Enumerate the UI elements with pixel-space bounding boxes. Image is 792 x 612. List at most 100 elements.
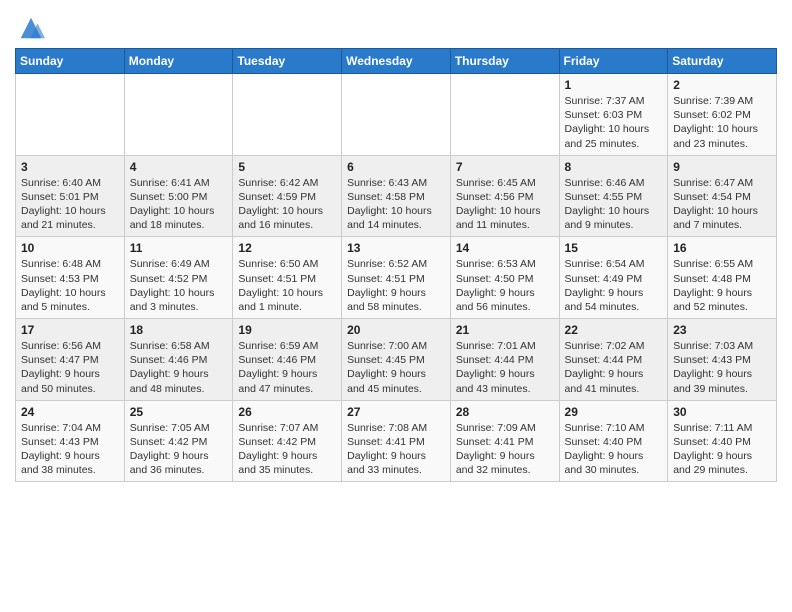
day-number: 16	[673, 241, 771, 255]
weekday-header-sunday: Sunday	[16, 49, 125, 74]
weekday-header-thursday: Thursday	[450, 49, 559, 74]
day-info: Sunrise: 7:04 AMSunset: 4:43 PMDaylight:…	[21, 421, 119, 478]
calendar-cell: 30Sunrise: 7:11 AMSunset: 4:40 PMDayligh…	[668, 400, 777, 482]
day-info: Sunrise: 6:40 AMSunset: 5:01 PMDaylight:…	[21, 176, 119, 233]
day-info: Sunrise: 6:50 AMSunset: 4:51 PMDaylight:…	[238, 257, 336, 314]
day-info: Sunrise: 6:55 AMSunset: 4:48 PMDaylight:…	[673, 257, 771, 314]
day-info: Sunrise: 7:09 AMSunset: 4:41 PMDaylight:…	[456, 421, 554, 478]
day-info: Sunrise: 7:39 AMSunset: 6:02 PMDaylight:…	[673, 94, 771, 151]
day-number: 17	[21, 323, 119, 337]
day-number: 25	[130, 405, 228, 419]
day-info: Sunrise: 7:03 AMSunset: 4:43 PMDaylight:…	[673, 339, 771, 396]
logo-icon	[17, 14, 45, 42]
calendar-cell: 15 Sunrise: 6:54 AMSunset: 4:49 PMDayligh…	[559, 237, 668, 319]
day-info: Sunrise: 7:00 AMSunset: 4:45 PMDaylight:…	[347, 339, 445, 396]
calendar-cell: 4Sunrise: 6:41 AMSunset: 5:00 PMDaylight…	[124, 155, 233, 237]
calendar-cell: 19 Sunrise: 6:59 AMSunset: 4:46 PMDayligh…	[233, 319, 342, 401]
day-number: 18	[130, 323, 228, 337]
calendar-week-1: 1 Sunrise: 7:37 AMSunset: 6:03 PMDaylight…	[16, 74, 777, 156]
calendar-cell: 18 Sunrise: 6:58 AMSunset: 4:46 PMDayligh…	[124, 319, 233, 401]
day-info: Sunrise: 7:08 AMSunset: 4:41 PMDaylight:…	[347, 421, 445, 478]
day-number: 19	[238, 323, 336, 337]
calendar-cell: 10 Sunrise: 6:48 AMSunset: 4:53 PMDayligh…	[16, 237, 125, 319]
calendar-cell: 8 Sunrise: 6:46 AMSunset: 4:55 PMDaylight…	[559, 155, 668, 237]
calendar-body: 1 Sunrise: 7:37 AMSunset: 6:03 PMDaylight…	[16, 74, 777, 482]
calendar-week-2: 3 Sunrise: 6:40 AMSunset: 5:01 PMDaylight…	[16, 155, 777, 237]
calendar-cell	[450, 74, 559, 156]
day-number: 14	[456, 241, 554, 255]
calendar-cell	[233, 74, 342, 156]
calendar-cell: 21 Sunrise: 7:01 AMSunset: 4:44 PMDayligh…	[450, 319, 559, 401]
calendar-cell: 28Sunrise: 7:09 AMSunset: 4:41 PMDayligh…	[450, 400, 559, 482]
calendar-cell	[342, 74, 451, 156]
calendar-cell: 23 Sunrise: 7:03 AMSunset: 4:43 PMDayligh…	[668, 319, 777, 401]
day-info: Sunrise: 6:49 AMSunset: 4:52 PMDaylight:…	[130, 257, 228, 314]
day-number: 21	[456, 323, 554, 337]
calendar-cell: 5 Sunrise: 6:42 AMSunset: 4:59 PMDaylight…	[233, 155, 342, 237]
calendar-week-3: 10 Sunrise: 6:48 AMSunset: 4:53 PMDayligh…	[16, 237, 777, 319]
calendar-cell: 25 Sunrise: 7:05 AMSunset: 4:42 PMDayligh…	[124, 400, 233, 482]
calendar-week-5: 24 Sunrise: 7:04 AMSunset: 4:43 PMDayligh…	[16, 400, 777, 482]
day-info: Sunrise: 7:10 AMSunset: 4:40 PMDaylight:…	[565, 421, 663, 478]
day-number: 8	[565, 160, 663, 174]
day-info: Sunrise: 6:54 AMSunset: 4:49 PMDaylight:…	[565, 257, 663, 314]
logo	[15, 14, 45, 42]
calendar-cell: 20 Sunrise: 7:00 AMSunset: 4:45 PMDayligh…	[342, 319, 451, 401]
day-number: 23	[673, 323, 771, 337]
calendar-cell: 13 Sunrise: 6:52 AMSunset: 4:51 PMDayligh…	[342, 237, 451, 319]
day-info: Sunrise: 6:59 AMSunset: 4:46 PMDaylight:…	[238, 339, 336, 396]
day-info: Sunrise: 6:43 AMSunset: 4:58 PMDaylight:…	[347, 176, 445, 233]
calendar-cell: 22 Sunrise: 7:02 AMSunset: 4:44 PMDayligh…	[559, 319, 668, 401]
day-number: 20	[347, 323, 445, 337]
weekday-header-tuesday: Tuesday	[233, 49, 342, 74]
day-number: 27	[347, 405, 445, 419]
weekday-header-wednesday: Wednesday	[342, 49, 451, 74]
day-number: 1	[565, 78, 663, 92]
day-number: 11	[130, 241, 228, 255]
day-info: Sunrise: 6:52 AMSunset: 4:51 PMDaylight:…	[347, 257, 445, 314]
calendar-cell: 11 Sunrise: 6:49 AMSunset: 4:52 PMDayligh…	[124, 237, 233, 319]
day-info: Sunrise: 6:53 AMSunset: 4:50 PMDaylight:…	[456, 257, 554, 314]
day-number: 24	[21, 405, 119, 419]
day-info: Sunrise: 7:11 AMSunset: 4:40 PMDaylight:…	[673, 421, 771, 478]
day-info: Sunrise: 7:07 AMSunset: 4:42 PMDaylight:…	[238, 421, 336, 478]
calendar-cell: 16 Sunrise: 6:55 AMSunset: 4:48 PMDayligh…	[668, 237, 777, 319]
page: SundayMondayTuesdayWednesdayThursdayFrid…	[0, 0, 792, 612]
calendar-cell: 24 Sunrise: 7:04 AMSunset: 4:43 PMDayligh…	[16, 400, 125, 482]
weekday-header-monday: Monday	[124, 49, 233, 74]
day-number: 3	[21, 160, 119, 174]
calendar-header: SundayMondayTuesdayWednesdayThursdayFrid…	[16, 49, 777, 74]
day-number: 15	[565, 241, 663, 255]
calendar-week-4: 17Sunrise: 6:56 AMSunset: 4:47 PMDayligh…	[16, 319, 777, 401]
day-number: 22	[565, 323, 663, 337]
calendar-cell: 2Sunrise: 7:39 AMSunset: 6:02 PMDaylight…	[668, 74, 777, 156]
calendar-cell: 12 Sunrise: 6:50 AMSunset: 4:51 PMDayligh…	[233, 237, 342, 319]
calendar-cell: 6 Sunrise: 6:43 AMSunset: 4:58 PMDaylight…	[342, 155, 451, 237]
calendar-table: SundayMondayTuesdayWednesdayThursdayFrid…	[15, 48, 777, 482]
calendar-cell: 29Sunrise: 7:10 AMSunset: 4:40 PMDayligh…	[559, 400, 668, 482]
day-number: 9	[673, 160, 771, 174]
day-number: 5	[238, 160, 336, 174]
day-info: Sunrise: 6:58 AMSunset: 4:46 PMDaylight:…	[130, 339, 228, 396]
day-number: 13	[347, 241, 445, 255]
day-info: Sunrise: 6:48 AMSunset: 4:53 PMDaylight:…	[21, 257, 119, 314]
calendar-cell: 17Sunrise: 6:56 AMSunset: 4:47 PMDayligh…	[16, 319, 125, 401]
day-info: Sunrise: 6:41 AMSunset: 5:00 PMDaylight:…	[130, 176, 228, 233]
day-number: 26	[238, 405, 336, 419]
day-number: 10	[21, 241, 119, 255]
weekday-header-friday: Friday	[559, 49, 668, 74]
weekday-row: SundayMondayTuesdayWednesdayThursdayFrid…	[16, 49, 777, 74]
day-number: 6	[347, 160, 445, 174]
day-info: Sunrise: 7:37 AMSunset: 6:03 PMDaylight:…	[565, 94, 663, 151]
calendar-cell	[124, 74, 233, 156]
day-info: Sunrise: 7:05 AMSunset: 4:42 PMDaylight:…	[130, 421, 228, 478]
calendar-cell: 9Sunrise: 6:47 AMSunset: 4:54 PMDaylight…	[668, 155, 777, 237]
day-number: 12	[238, 241, 336, 255]
day-info: Sunrise: 7:02 AMSunset: 4:44 PMDaylight:…	[565, 339, 663, 396]
calendar-cell: 26 Sunrise: 7:07 AMSunset: 4:42 PMDayligh…	[233, 400, 342, 482]
day-info: Sunrise: 6:46 AMSunset: 4:55 PMDaylight:…	[565, 176, 663, 233]
day-info: Sunrise: 6:42 AMSunset: 4:59 PMDaylight:…	[238, 176, 336, 233]
calendar-cell: 14 Sunrise: 6:53 AMSunset: 4:50 PMDayligh…	[450, 237, 559, 319]
calendar-cell: 7Sunrise: 6:45 AMSunset: 4:56 PMDaylight…	[450, 155, 559, 237]
day-info: Sunrise: 7:01 AMSunset: 4:44 PMDaylight:…	[456, 339, 554, 396]
